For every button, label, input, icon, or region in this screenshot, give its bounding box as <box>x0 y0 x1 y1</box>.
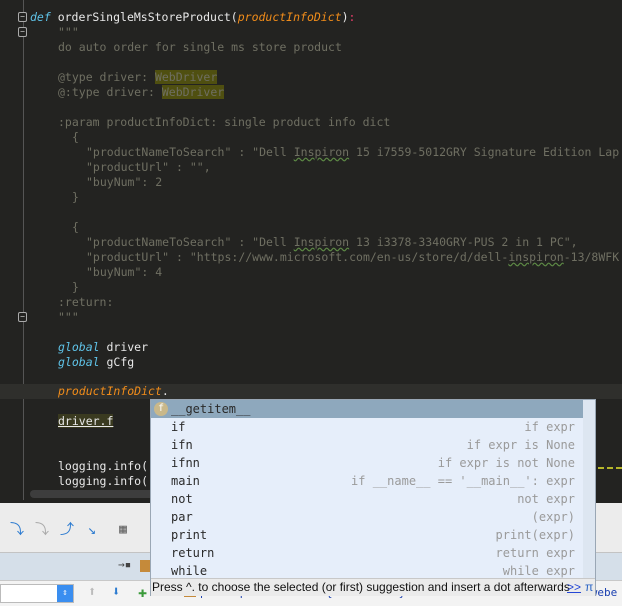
docstring-type-2: @:type driver: WebDriver <box>58 85 225 99</box>
completion-item[interactable]: par (expr) <box>151 508 583 526</box>
fold-icon[interactable]: − <box>18 27 27 37</box>
fold-end-icon[interactable]: − <box>18 312 27 322</box>
code-line-current: productInfoDict. <box>58 384 169 398</box>
docstring-line: { <box>72 220 79 234</box>
status-hint: Press ^. to choose the selected (or firs… <box>152 580 570 594</box>
step-out-icon[interactable]: ⤴ <box>58 521 76 539</box>
code-line-global: global gCfg <box>58 355 135 369</box>
autocomplete-popup: f __getitem__ if if expr ifn if expr is Non… <box>150 399 596 596</box>
pi-icon[interactable]: π <box>585 579 593 595</box>
add-watch-icon[interactable]: ✚ <box>138 583 147 601</box>
docstring-close: """ <box>58 310 79 324</box>
step-into-icon[interactable]: ⤵ <box>8 521 26 539</box>
fold-icon[interactable]: − <box>18 12 27 22</box>
warning-underline <box>598 467 622 469</box>
docstring-line: "productUrl" : "https://www.microsoft.co… <box>86 250 620 264</box>
pin-icon[interactable]: →▪ <box>118 558 131 571</box>
arrow-down-icon[interactable]: ⬇ <box>112 584 120 600</box>
docstring-line: } <box>72 280 79 294</box>
step-into-my-code-icon[interactable]: ⤵ <box>33 521 51 539</box>
docstring-return: :return: <box>58 295 114 309</box>
code-line-def: def orderSingleMsStoreProduct(productInf… <box>30 10 356 24</box>
docstring-line: { <box>72 130 79 144</box>
code-line-logging: logging.info( <box>58 474 149 488</box>
horizontal-scrollbar[interactable] <box>30 490 160 498</box>
docstring-line: "productNameToSearch" : "Dell Inspiron 1… <box>86 235 578 249</box>
completion-item[interactable]: if if expr <box>151 418 583 436</box>
completion-item[interactable]: main if __name__ == '__main__': expr <box>151 472 583 490</box>
completion-item[interactable]: ifn if expr is None <box>151 436 583 454</box>
docstring-line: "buyNum": 2 <box>86 175 163 189</box>
run-to-cursor-icon[interactable]: ↘ <box>83 521 101 539</box>
popup-scrollbar[interactable] <box>583 400 595 578</box>
frames-icon <box>140 560 150 572</box>
completion-item[interactable]: return return expr <box>151 544 583 562</box>
docstring-line: "buyNum": 4 <box>86 265 163 279</box>
docstring-type-1: @type driver: WebDriver <box>58 70 218 84</box>
popup-status-bar: Press ^. to choose the selected (or firs… <box>151 578 595 596</box>
chevron-updown-icon: ⇕ <box>57 585 73 602</box>
docstring-line: "productNameToSearch" : "Dell Inspiron 1… <box>86 145 620 159</box>
more-link[interactable]: >> <box>567 579 581 595</box>
docstring-line: "productUrl" : "", <box>86 160 211 174</box>
completion-item[interactable]: not not expr <box>151 490 583 508</box>
gutter-divider <box>23 0 24 500</box>
arrow-up-icon[interactable]: ⬆ <box>88 584 96 600</box>
docstring-summary: do auto order for single ms store produc… <box>58 40 342 54</box>
docstring-param: :param productInfoDict: single product i… <box>58 115 391 129</box>
function-icon: f <box>154 402 168 416</box>
docstring-line: } <box>72 190 79 204</box>
completion-item[interactable]: ifnn if expr is not None <box>151 454 583 472</box>
code-line-global: global driver <box>58 340 149 354</box>
thread-select[interactable]: ⇕ <box>0 584 74 603</box>
completion-item-selected[interactable]: f __getitem__ <box>151 400 583 418</box>
completion-item[interactable]: print print(expr) <box>151 526 583 544</box>
docstring-open: """ <box>58 25 79 39</box>
code-line-logging: logging.info( <box>58 459 149 473</box>
code-line-driver: driver.f <box>58 414 114 428</box>
evaluate-expression-icon[interactable]: ▦ <box>114 521 132 539</box>
